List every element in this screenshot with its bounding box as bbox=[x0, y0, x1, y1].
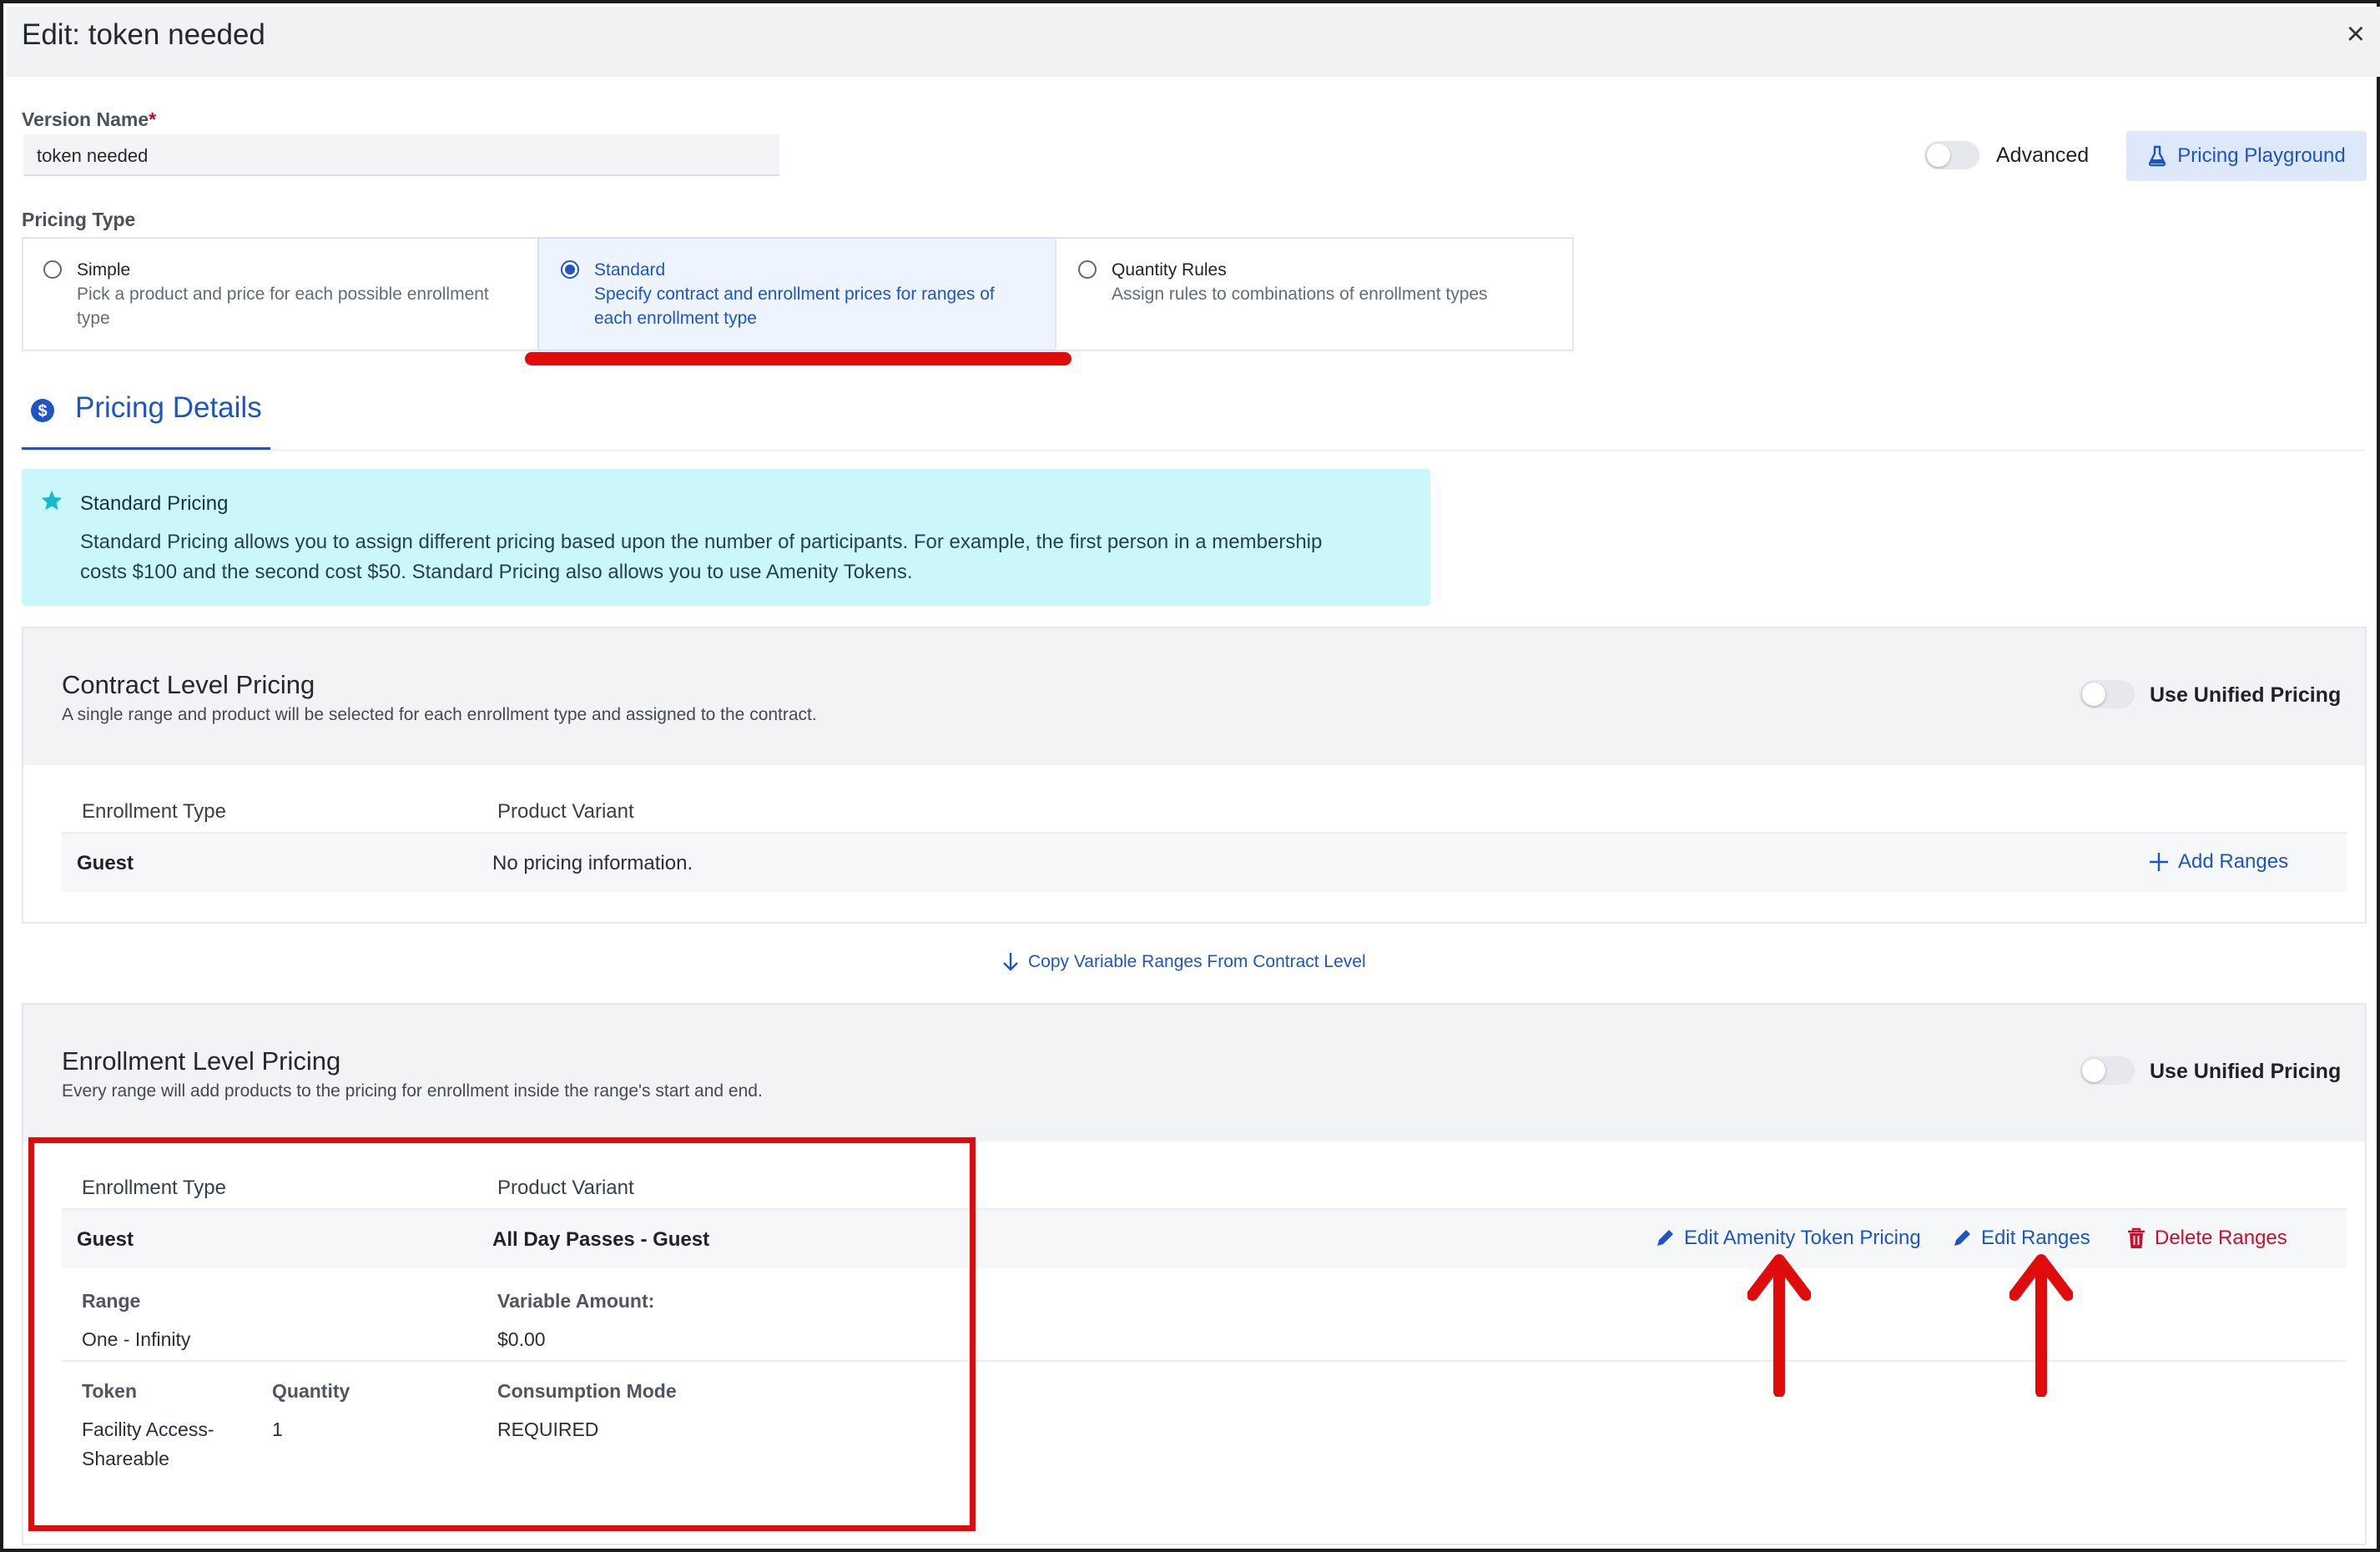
contract-subtitle: A single range and product will be selec… bbox=[62, 705, 817, 724]
dialog-title: Edit: token needed bbox=[22, 18, 265, 51]
option-title: Simple bbox=[77, 260, 131, 280]
enrollment-unified-label: Use Unified Pricing bbox=[2150, 1060, 2342, 1083]
edit-dialog: Edit: token needed × Version Name* token… bbox=[0, 0, 2380, 1552]
callout-line: costs $100 and the second cost $50. Stan… bbox=[80, 561, 913, 583]
edit-ranges-label: Edit Ranges bbox=[1981, 1227, 2090, 1249]
callout-line: Standard Pricing allows you to assign di… bbox=[80, 531, 1323, 553]
close-icon[interactable]: × bbox=[2347, 18, 2365, 50]
advanced-toggle[interactable] bbox=[1924, 141, 1979, 169]
pricing-option-standard[interactable]: Standard Specify contract and enrollment… bbox=[537, 237, 1056, 351]
edit-amenity-token-pricing-button[interactable]: Edit Amenity Token Pricing bbox=[1654, 1227, 1921, 1250]
pencil-icon bbox=[1657, 1230, 1673, 1246]
required-mark: * bbox=[149, 108, 157, 130]
option-title: Quantity Rules bbox=[1112, 260, 1227, 280]
star-icon bbox=[41, 490, 63, 511]
pricing-playground-label: Pricing Playground bbox=[2177, 144, 2346, 167]
annotation-highlight-box bbox=[28, 1137, 976, 1531]
contract-unified-toggle[interactable] bbox=[2080, 680, 2135, 708]
version-name-input[interactable]: token needed bbox=[23, 134, 779, 176]
copy-variable-ranges-link[interactable]: Copy Variable Ranges From Contract Level bbox=[1001, 951, 1366, 973]
enrollment-title: Enrollment Level Pricing bbox=[62, 1046, 341, 1076]
contract-title: Contract Level Pricing bbox=[62, 670, 315, 699]
pricing-option-quantity-rules[interactable]: Quantity Rules Assign rules to combinati… bbox=[1055, 237, 1574, 351]
option-desc: Pick a product and price for each possib… bbox=[77, 282, 489, 330]
option-desc-line: each enrollment type bbox=[594, 309, 757, 328]
annotation-underline bbox=[525, 352, 1072, 365]
option-desc: Assign rules to combinations of enrollme… bbox=[1112, 282, 1488, 306]
dialog-titlebar bbox=[7, 7, 2380, 77]
enrollment-section-header bbox=[23, 1005, 2365, 1141]
svg-text:$: $ bbox=[38, 402, 47, 421]
option-desc-line: type bbox=[77, 309, 110, 328]
contract-section-header bbox=[23, 628, 2365, 765]
row-product-variant: No pricing information. bbox=[492, 852, 693, 874]
edit-ranges-button[interactable]: Edit Ranges bbox=[1951, 1227, 2090, 1250]
callout-text: Standard Pricing allows you to assign di… bbox=[80, 527, 1322, 587]
annotation-arrow-up bbox=[1747, 1254, 1811, 1397]
delete-ranges-button[interactable]: Delete Ranges bbox=[2126, 1227, 2287, 1250]
col-header-enrollment-type: Enrollment Type bbox=[82, 800, 226, 823]
trash-icon bbox=[2128, 1227, 2145, 1248]
row-enrollment-type: Guest bbox=[77, 852, 134, 874]
annotation-arrow-up bbox=[2009, 1254, 2073, 1397]
tab-pricing-details[interactable]: Pricing Details bbox=[75, 391, 262, 425]
callout-title: Standard Pricing bbox=[80, 492, 229, 515]
table-row: Guest No pricing information. Add Ranges bbox=[62, 832, 2347, 892]
contract-level-section: Contract Level Pricing A single range an… bbox=[22, 627, 2367, 924]
version-name-label-text: Version Name bbox=[22, 108, 149, 130]
radio-quantity-rules[interactable] bbox=[1078, 260, 1097, 279]
radio-simple[interactable] bbox=[43, 260, 62, 279]
contract-unified-label: Use Unified Pricing bbox=[2150, 683, 2342, 707]
advanced-label: Advanced bbox=[1996, 144, 2090, 167]
col-header-product-variant: Product Variant bbox=[497, 800, 634, 823]
option-desc-line: Pick a product and price for each possib… bbox=[77, 285, 489, 304]
tab-divider bbox=[22, 450, 2365, 451]
flask-icon bbox=[2149, 145, 2166, 167]
dollar-circle-icon: $ bbox=[31, 399, 54, 422]
arrow-down-icon bbox=[1003, 953, 1018, 971]
option-title: Standard bbox=[594, 260, 666, 280]
pricing-playground-button[interactable]: Pricing Playground bbox=[2126, 131, 2367, 181]
option-desc-line: Specify contract and enrollment prices f… bbox=[594, 285, 995, 304]
version-name-label: Version Name* bbox=[22, 108, 156, 131]
radio-standard[interactable] bbox=[561, 260, 579, 279]
copy-variable-ranges-label: Copy Variable Ranges From Contract Level bbox=[1028, 952, 1366, 971]
pencil-icon bbox=[1954, 1230, 1970, 1246]
standard-pricing-callout: Standard Pricing Standard Pricing allows… bbox=[22, 469, 1430, 606]
plus-icon bbox=[2150, 853, 2168, 871]
add-ranges-button[interactable]: Add Ranges bbox=[2148, 850, 2288, 874]
pricing-option-simple[interactable]: Simple Pick a product and price for each… bbox=[22, 237, 539, 351]
add-ranges-label: Add Ranges bbox=[2178, 850, 2289, 873]
edit-amenity-token-pricing-label: Edit Amenity Token Pricing bbox=[1684, 1227, 1921, 1249]
delete-ranges-label: Delete Ranges bbox=[2155, 1227, 2287, 1249]
option-desc: Specify contract and enrollment prices f… bbox=[594, 282, 995, 330]
option-desc-line: Assign rules to combinations of enrollme… bbox=[1112, 285, 1488, 304]
enrollment-unified-toggle[interactable] bbox=[2080, 1056, 2135, 1085]
enrollment-subtitle: Every range will add products to the pri… bbox=[62, 1081, 763, 1101]
pricing-type-label: Pricing Type bbox=[22, 209, 136, 230]
